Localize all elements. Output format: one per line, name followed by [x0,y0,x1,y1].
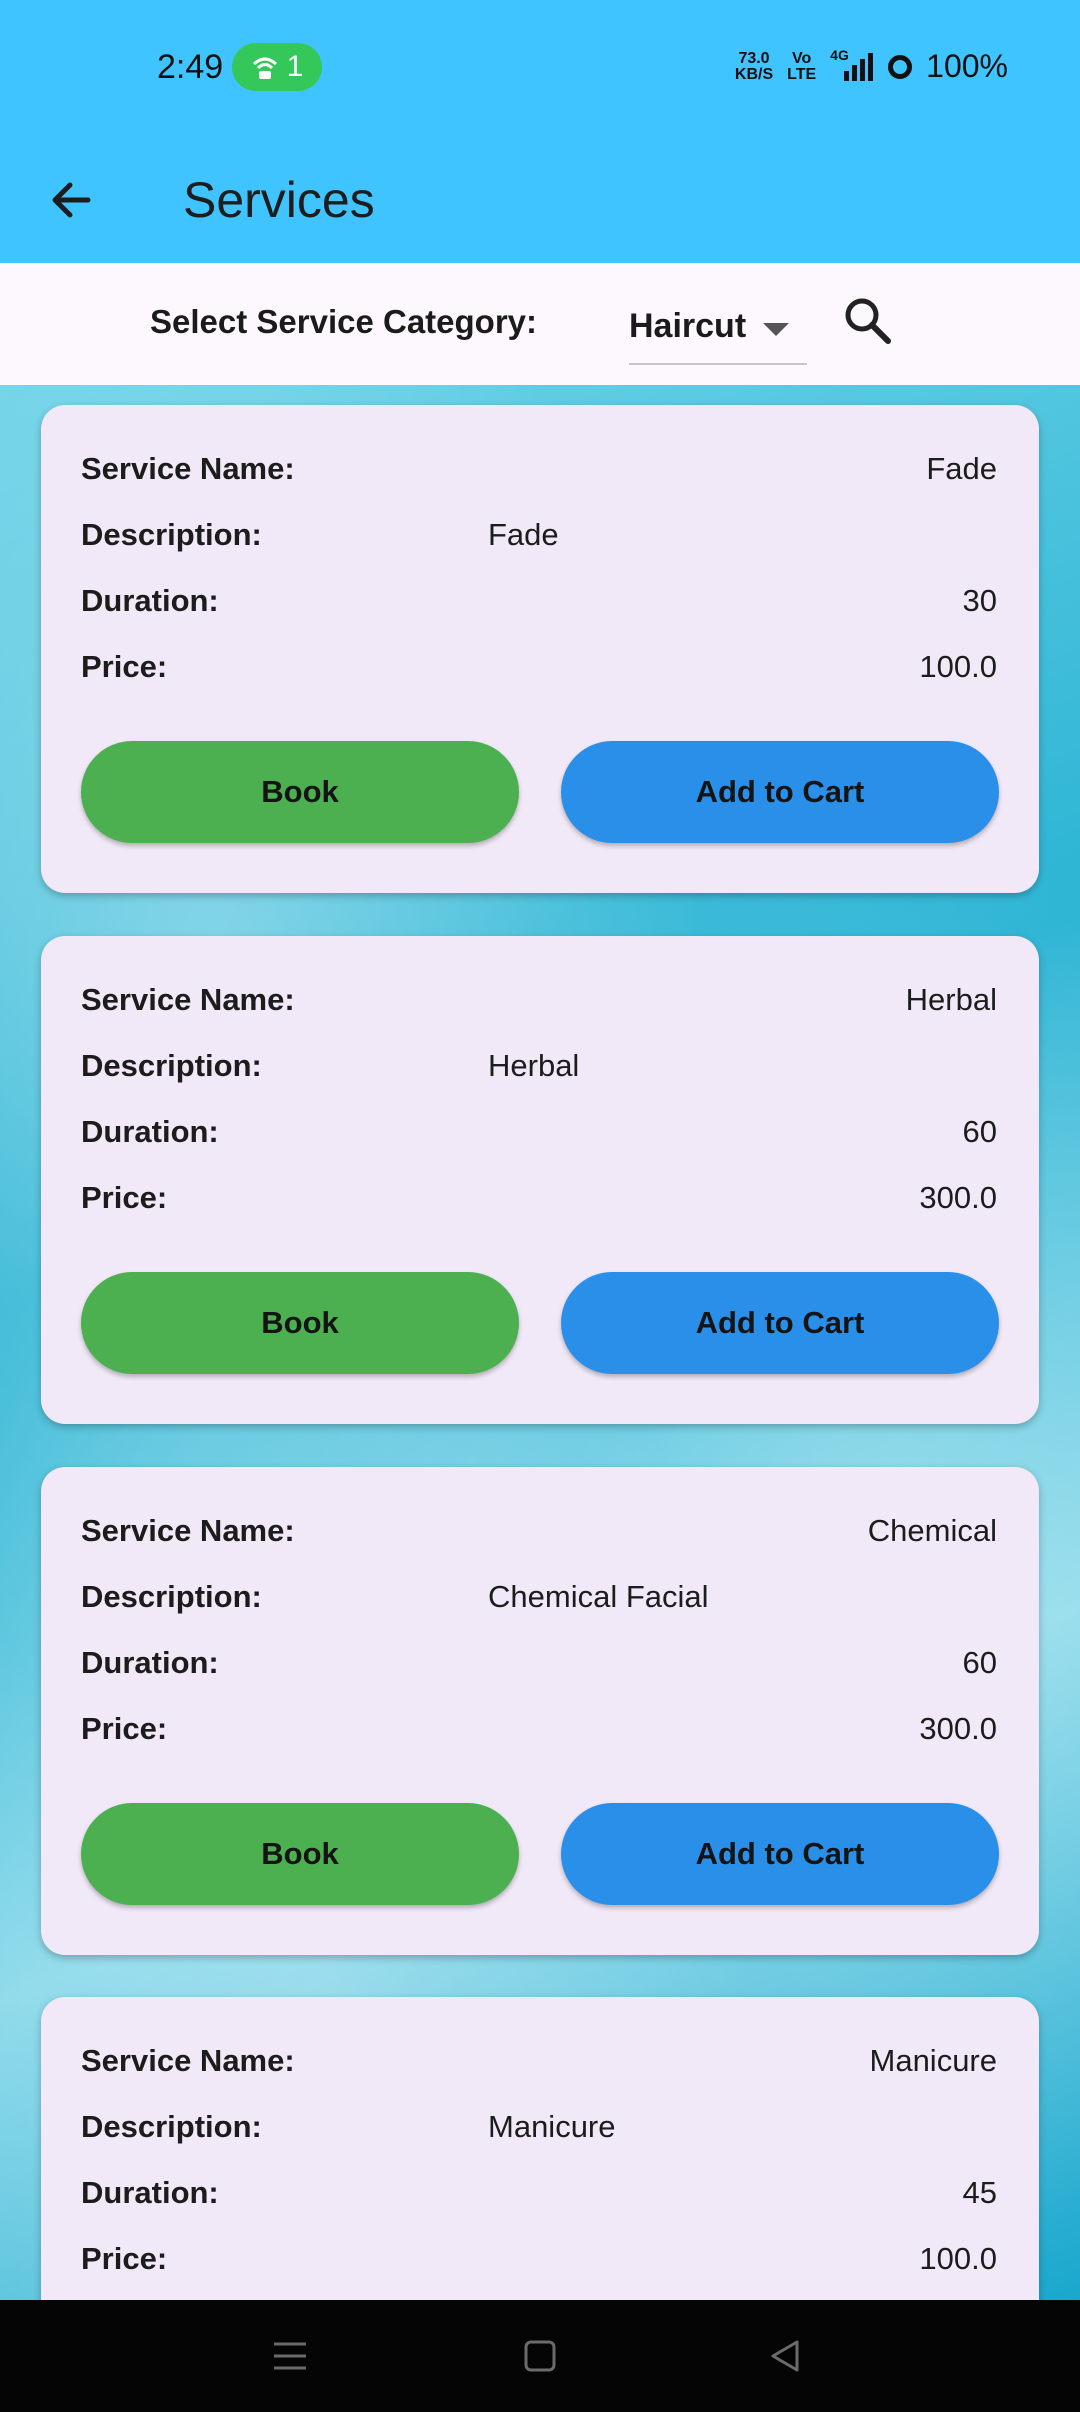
hotspot-icon [252,57,277,79]
network-speed: 73.0 KB/S [734,49,774,83]
price-label: Price: [81,2241,168,2276]
service-name-label: Service Name: [81,2043,295,2078]
duration-row: Duration: 60 [81,1106,997,1156]
category-dropdown[interactable]: Haircut [629,293,807,365]
service-name-value: Manicure [869,2043,998,2078]
status-bar: 2:49 1 73.0 KB/S Vo LTE 4G 100% [0,0,1080,138]
services-list[interactable]: Service Name: Fade Description: Fade Dur… [0,385,1080,2300]
description-label: Description: [81,2109,262,2144]
price-row: Price: 100.0 [81,2233,997,2283]
description-value: Chemical Facial [488,1579,709,1614]
category-label: Select Service Category: [150,303,538,340]
arrow-left-icon[interactable] [40,168,104,232]
search-icon[interactable] [838,291,898,351]
network-speed-unit: KB/S [734,65,774,83]
service-name-row: Service Name: Herbal [81,974,997,1024]
network-speed-value: 73.0 [738,49,770,67]
description-value: Manicure [488,2109,616,2144]
description-label: Description: [81,1579,262,1614]
description-row: Description: Fade [81,509,997,559]
duration-value: 60 [962,1645,997,1680]
category-filter-bar: Select Service Category: Haircut [0,263,1080,385]
hotspot-count: 1 [286,50,304,83]
description-row: Description: Chemical Facial [81,1571,997,1621]
duration-value: 45 [962,2175,997,2210]
price-value: 300.0 [919,1180,997,1215]
book-button[interactable]: Book [81,741,519,843]
duration-value: 60 [962,1114,997,1149]
status-time: 2:49 [157,48,224,86]
price-row: Price: 100.0 [81,641,997,691]
service-name-row: Service Name: Manicure [81,2035,997,2085]
price-value: 100.0 [919,649,997,684]
service-name-value: Fade [926,451,997,486]
service-card: Service Name: Chemical Description: Chem… [41,1467,1039,1955]
price-row: Price: 300.0 [81,1703,997,1753]
add-to-cart-button[interactable]: Add to Cart [561,741,999,843]
price-value: 300.0 [919,1711,997,1746]
duration-row: Duration: 60 [81,1637,997,1687]
price-row: Price: 300.0 [81,1172,997,1222]
description-label: Description: [81,1048,262,1083]
duration-label: Duration: [81,1114,219,1149]
home-square-icon[interactable] [518,2334,562,2378]
duration-label: Duration: [81,2175,219,2210]
volte-top: Vo [792,49,812,67]
battery-ring-icon [888,54,913,79]
system-nav-bar [0,2300,1080,2412]
duration-row: Duration: 45 [81,2167,997,2217]
add-to-cart-button[interactable]: Add to Cart [561,1803,999,1905]
description-row: Description: Manicure [81,2101,997,2151]
volte-bottom: LTE [787,65,817,83]
page-title: Services [183,172,375,228]
status-icons: 73.0 KB/S Vo LTE 4G 100% [734,47,1008,85]
description-value: Herbal [488,1048,580,1083]
book-button[interactable]: Book [81,1272,519,1374]
duration-value: 30 [962,583,997,618]
service-name-label: Service Name: [81,1513,295,1548]
duration-label: Duration: [81,583,219,618]
description-label: Description: [81,517,262,552]
price-label: Price: [81,649,168,684]
volte-icon: Vo LTE [787,49,817,83]
add-to-cart-button[interactable]: Add to Cart [561,1272,999,1374]
price-value: 100.0 [919,2241,997,2276]
price-label: Price: [81,1180,168,1215]
chevron-down-icon [763,323,789,336]
hotspot-badge: 1 [232,43,322,91]
category-dropdown-value: Haircut [629,307,747,345]
service-card: Service Name: Herbal Description: Herbal… [41,936,1039,1424]
back-triangle-icon[interactable] [763,2334,807,2378]
description-row: Description: Herbal [81,1040,997,1090]
service-name-row: Service Name: Chemical [81,1505,997,1555]
duration-row: Duration: 30 [81,575,997,625]
service-name-row: Service Name: Fade [81,443,997,493]
app-bar: Services [0,138,1080,263]
service-card: Service Name: Manicure Description: Mani… [41,1997,1039,2300]
menu-icon[interactable] [268,2334,312,2378]
book-button[interactable]: Book [81,1803,519,1905]
service-name-label: Service Name: [81,982,295,1017]
service-name-value: Herbal [905,982,997,1017]
service-card: Service Name: Fade Description: Fade Dur… [41,405,1039,893]
price-label: Price: [81,1711,168,1746]
duration-label: Duration: [81,1645,219,1680]
description-value: Fade [488,517,559,552]
battery-percent: 100% [926,48,1008,84]
signal-icon: 4G [830,47,874,83]
service-name-value: Chemical [867,1513,997,1548]
service-name-label: Service Name: [81,451,295,486]
